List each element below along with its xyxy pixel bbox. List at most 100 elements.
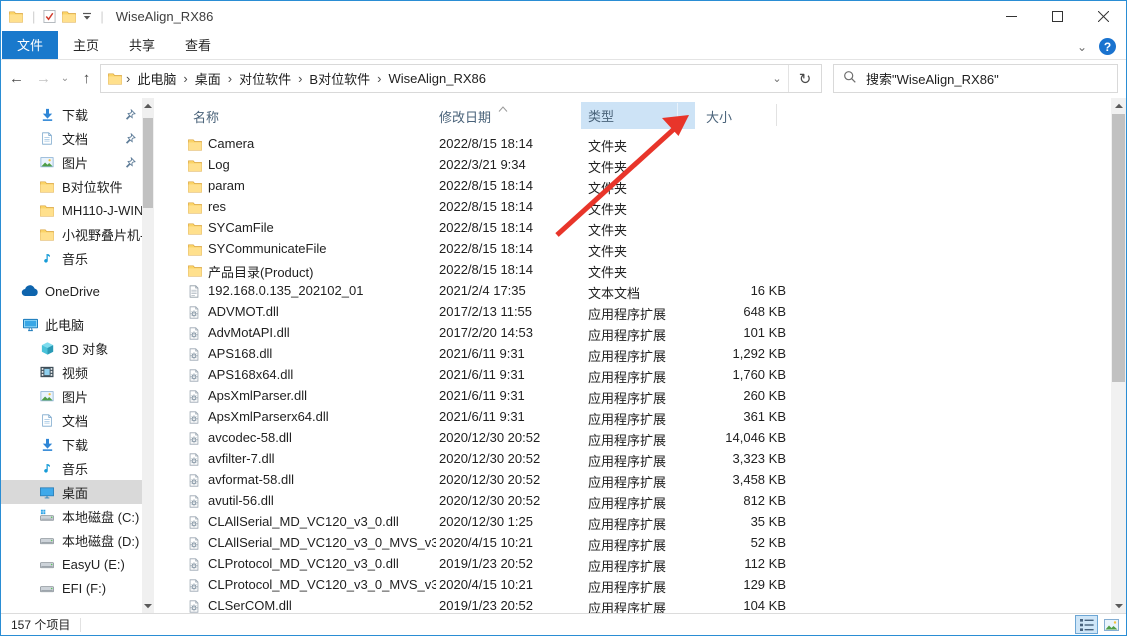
back-button[interactable]: ← xyxy=(3,65,30,93)
music-icon xyxy=(38,461,56,476)
minimize-button[interactable] xyxy=(988,1,1034,32)
dll-file-icon xyxy=(187,578,201,593)
file-row[interactable]: APS168.dll2021/6/11 9:31应用程序扩展1,292 KB xyxy=(154,344,1111,365)
sidebar-item-MH110-J-WIN7[interactable]: MH110-J-WIN7 xyxy=(1,198,142,222)
sidebar-item-下载[interactable]: 下载 xyxy=(1,432,142,456)
sidebar-item-下载[interactable]: 下载 xyxy=(1,102,142,126)
ribbon-tab-共享[interactable]: 共享 xyxy=(114,31,170,59)
maximize-button[interactable] xyxy=(1034,1,1080,32)
file-row[interactable]: ApsXmlParserx64.dll2021/6/11 9:31应用程序扩展3… xyxy=(154,407,1111,428)
sidebar-item-音乐[interactable]: 音乐 xyxy=(1,246,142,270)
explorer-folder-icon[interactable] xyxy=(8,9,24,24)
file-size: 3,323 KB xyxy=(634,451,786,466)
up-button[interactable]: ↑ xyxy=(73,65,100,93)
type-filter-dropdown-icon[interactable]: ⌄ xyxy=(677,103,695,128)
sidebar-item-视频[interactable]: 视频 xyxy=(1,360,142,384)
file-row[interactable]: 产品目录(Product)2022/8/15 18:14文件夹 xyxy=(154,260,1111,281)
scroll-up-icon[interactable] xyxy=(1111,98,1126,112)
file-row[interactable]: CLAllSerial_MD_VC120_v3_0_MVS_v3_...2020… xyxy=(154,533,1111,554)
file-row[interactable]: 192.168.0.135_202102_012021/2/4 17:35文本文… xyxy=(154,281,1111,302)
refresh-icon[interactable]: ↻ xyxy=(788,65,821,92)
sidebar-item-此电脑[interactable]: 此电脑 xyxy=(1,312,142,336)
file-row[interactable]: CLProtocol_MD_VC120_v3_0_MVS_v3_...2020/… xyxy=(154,575,1111,596)
file-row[interactable]: avfilter-7.dll2020/12/30 20:52应用程序扩展3,32… xyxy=(154,449,1111,470)
file-name: SYCommunicateFile xyxy=(208,241,436,256)
sidebar-item-图片[interactable]: 图片 xyxy=(1,150,142,174)
breadcrumb-item[interactable]: 对位软件 xyxy=(232,69,298,88)
ribbon-collapse-icon[interactable]: ⌄ xyxy=(1077,42,1087,52)
file-row[interactable]: ApsXmlParser.dll2021/6/11 9:31应用程序扩展260 … xyxy=(154,386,1111,407)
breadcrumb-item[interactable]: WiseAlign_RX86 xyxy=(381,71,493,86)
sidebar-item-3D 对象[interactable]: 3D 对象 xyxy=(1,336,142,360)
sidebar-item-OneDrive[interactable]: OneDrive xyxy=(1,279,142,303)
sidebar-item-EFI (F:)[interactable]: EFI (F:) xyxy=(1,576,142,600)
properties-check-icon[interactable] xyxy=(43,9,56,24)
scroll-up-icon[interactable] xyxy=(142,98,154,112)
thumbnail-view-button[interactable] xyxy=(1100,615,1123,634)
file-row[interactable]: res2022/8/15 18:14文件夹 xyxy=(154,197,1111,218)
dll-file-icon xyxy=(187,599,201,613)
recent-locations-icon[interactable]: ⌄ xyxy=(57,65,73,93)
breadcrumb-item[interactable]: 桌面 xyxy=(188,69,228,88)
file-row[interactable]: CLSerCOM.dll2019/1/23 20:52应用程序扩展104 KB xyxy=(154,596,1111,613)
column-header-date[interactable]: 修改日期 xyxy=(439,107,491,126)
file-row[interactable]: avutil-56.dll2020/12/30 20:52应用程序扩展812 K… xyxy=(154,491,1111,512)
file-date: 2022/8/15 18:14 xyxy=(439,262,533,277)
column-header-size[interactable]: 大小 xyxy=(706,107,732,126)
file-row[interactable]: Camera2022/8/15 18:14文件夹 xyxy=(154,134,1111,155)
file-row[interactable]: SYCommunicateFile2022/8/15 18:14文件夹 xyxy=(154,239,1111,260)
dll-file-icon xyxy=(187,389,201,404)
file-row[interactable]: CLProtocol_MD_VC120_v3_0.dll2019/1/23 20… xyxy=(154,554,1111,575)
sidebar-item-音乐[interactable]: 音乐 xyxy=(1,456,142,480)
file-row[interactable]: SYCamFile2022/8/15 18:14文件夹 xyxy=(154,218,1111,239)
file-row[interactable]: CLAllSerial_MD_VC120_v3_0.dll2020/12/30 … xyxy=(154,512,1111,533)
sidebar-item-图片[interactable]: 图片 xyxy=(1,384,142,408)
ribbon-tab-主页[interactable]: 主页 xyxy=(58,31,114,59)
sidebar-item-label: MH110-J-WIN7 xyxy=(62,203,142,218)
file-name: 产品目录(Product) xyxy=(208,262,436,281)
address-dropdown-icon[interactable]: ⌄ xyxy=(766,65,788,92)
sidebar-item-文档[interactable]: 文档 xyxy=(1,126,142,150)
close-button[interactable] xyxy=(1080,1,1126,32)
sidebar-item-桌面[interactable]: 桌面 xyxy=(1,480,142,504)
address-bar[interactable]: ›此电脑›桌面›对位软件›B对位软件›WiseAlign_RX86 ⌄ ↻ xyxy=(100,64,822,93)
column-header-name[interactable]: 名称 xyxy=(193,107,219,126)
details-view-button[interactable] xyxy=(1075,615,1098,634)
ribbon-tab-查看[interactable]: 查看 xyxy=(170,31,226,59)
file-row[interactable]: ADVMOT.dll2017/2/13 11:55应用程序扩展648 KB xyxy=(154,302,1111,323)
new-folder-icon[interactable] xyxy=(61,9,77,24)
file-name: AdvMotAPI.dll xyxy=(208,325,436,340)
sidebar-scrollbar[interactable] xyxy=(142,98,154,613)
list-scrollbar[interactable] xyxy=(1111,98,1126,613)
sidebar-item-label: 下载 xyxy=(62,435,88,454)
sidebar-item-本地磁盘 (C:)[interactable]: 本地磁盘 (C:) xyxy=(1,504,142,528)
breadcrumb-item[interactable]: 此电脑 xyxy=(130,69,183,88)
sidebar-item-本地磁盘 (D:)[interactable]: 本地磁盘 (D:) xyxy=(1,528,142,552)
sidebar-item-B对位软件[interactable]: B对位软件 xyxy=(1,174,142,198)
scrollbar-thumb[interactable] xyxy=(143,118,153,208)
search-input[interactable]: 搜索"WiseAlign_RX86" xyxy=(866,69,999,88)
help-icon[interactable]: ? xyxy=(1099,38,1116,55)
file-row[interactable]: param2022/8/15 18:14文件夹 xyxy=(154,176,1111,197)
file-size: 129 KB xyxy=(634,577,786,592)
sidebar-item-label: 下载 xyxy=(62,105,88,124)
ribbon-tab-bar: 文件主页共享查看 ⌄ ? xyxy=(1,32,1126,60)
sidebar-item-文档[interactable]: 文档 xyxy=(1,408,142,432)
search-box[interactable]: 搜索"WiseAlign_RX86" xyxy=(833,64,1118,93)
sidebar-item-小视野叠片机-正[interactable]: 小视野叠片机-正 xyxy=(1,222,142,246)
sidebar-item-EasyU (E:)[interactable]: EasyU (E:) xyxy=(1,552,142,576)
ribbon-tab-文件[interactable]: 文件 xyxy=(2,31,58,59)
column-header-type[interactable]: 类型 ⌄ xyxy=(581,102,695,129)
breadcrumb-item[interactable]: B对位软件 xyxy=(302,69,377,88)
file-row[interactable]: avformat-58.dll2020/12/30 20:52应用程序扩展3,4… xyxy=(154,470,1111,491)
file-row[interactable]: AdvMotAPI.dll2017/2/20 14:53应用程序扩展101 KB xyxy=(154,323,1111,344)
qat-dropdown-icon[interactable] xyxy=(82,12,92,21)
file-row[interactable]: Log2022/3/21 9:34文件夹 xyxy=(154,155,1111,176)
file-row[interactable]: avcodec-58.dll2020/12/30 20:52应用程序扩展14,0… xyxy=(154,428,1111,449)
scroll-down-icon[interactable] xyxy=(142,599,154,613)
file-row[interactable]: APS168x64.dll2021/6/11 9:31应用程序扩展1,760 K… xyxy=(154,365,1111,386)
scroll-down-icon[interactable] xyxy=(1111,599,1126,613)
forward-button[interactable]: → xyxy=(30,65,57,93)
scrollbar-thumb[interactable] xyxy=(1112,114,1125,382)
pin-icon xyxy=(125,157,136,168)
